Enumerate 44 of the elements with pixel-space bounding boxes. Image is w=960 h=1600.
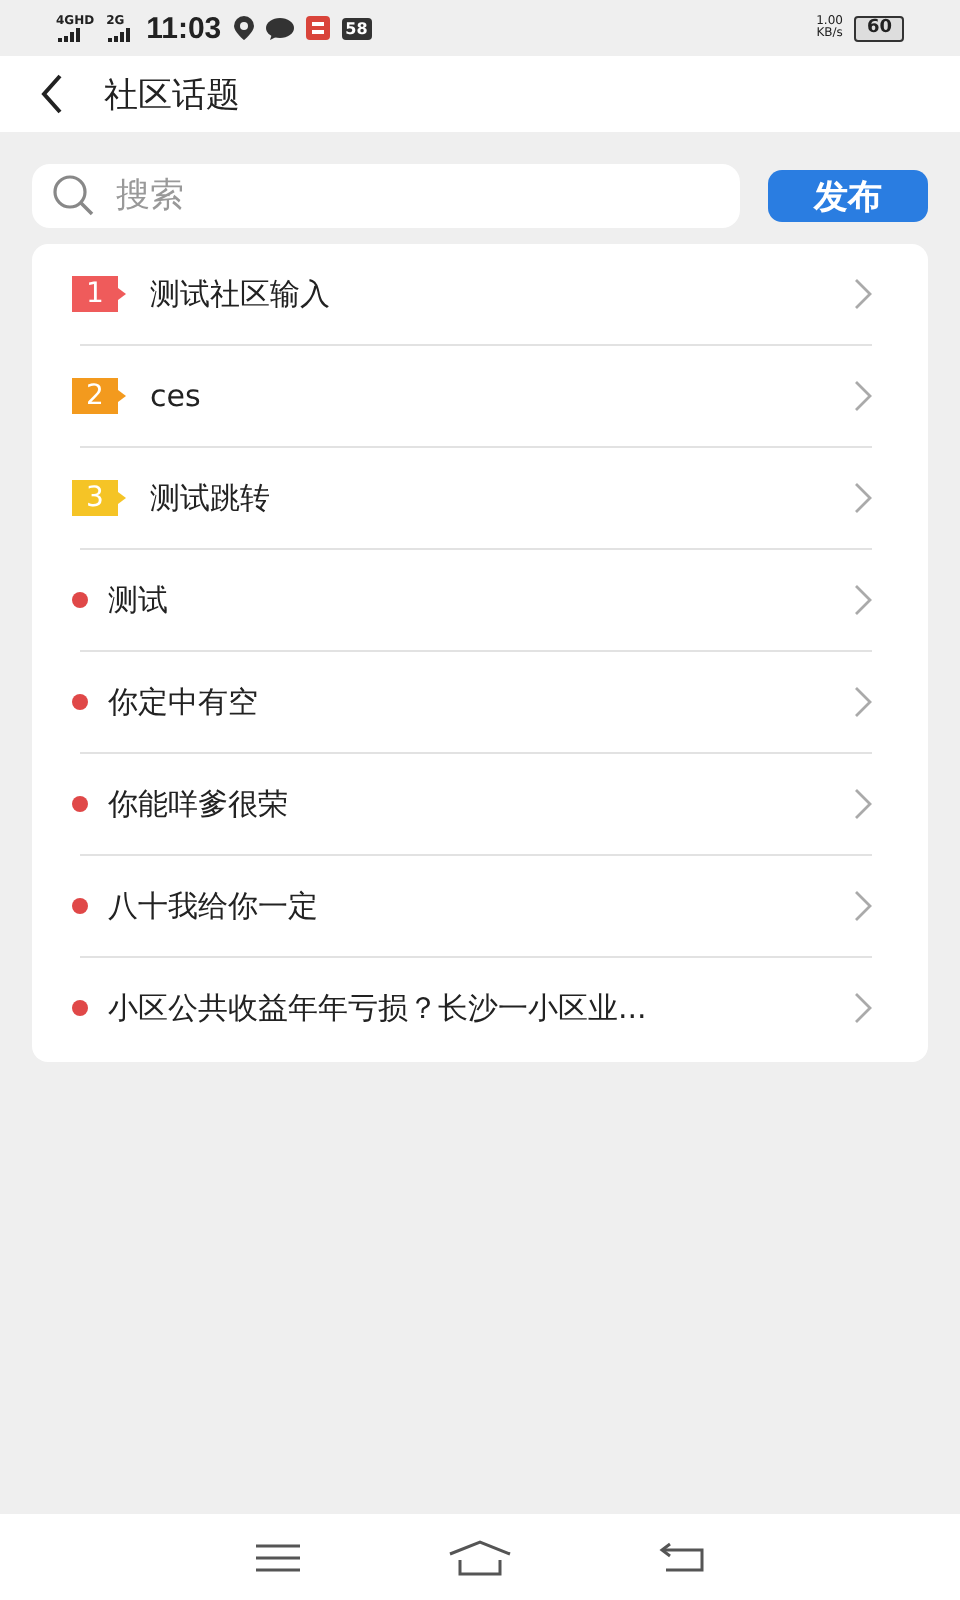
signal-icon xyxy=(56,27,84,41)
menu-icon[interactable] xyxy=(253,1541,302,1573)
topic-item[interactable]: 你能咩爹很荣 xyxy=(80,754,872,856)
chevron-right-icon xyxy=(854,686,872,718)
topic-item[interactable]: 八十我给你一定 xyxy=(80,856,872,958)
chevron-right-icon xyxy=(854,788,872,820)
bullet-dot-icon xyxy=(72,1000,88,1016)
topic-title: 八十我给你一定 xyxy=(108,887,320,925)
bullet-dot-icon xyxy=(72,898,88,914)
location-pin-icon xyxy=(233,16,254,40)
notification-badge: 58 xyxy=(341,17,372,39)
chevron-right-icon xyxy=(854,584,872,616)
topic-title: 你能咩爹很荣 xyxy=(108,785,290,823)
topic-title: 测试跳转 xyxy=(150,479,272,517)
bullet-dot-icon xyxy=(72,796,88,812)
page-title: 社区话题 xyxy=(104,73,240,117)
bullet-dot-icon xyxy=(72,694,88,710)
topic-item[interactable]: 测试 xyxy=(80,550,872,652)
chevron-right-icon xyxy=(854,380,872,412)
chevron-right-icon xyxy=(854,278,872,310)
topic-item[interactable]: 3 测试跳转 xyxy=(80,448,872,550)
topic-title: 测试社区输入 xyxy=(150,275,332,313)
chevron-right-icon xyxy=(854,992,872,1024)
search-field[interactable]: 搜索 xyxy=(32,164,740,228)
chat-bubble-icon xyxy=(265,17,294,39)
bullet-dot-icon xyxy=(72,592,88,608)
back-arrow-icon[interactable] xyxy=(658,1541,707,1573)
topic-title: 你定中有空 xyxy=(108,683,260,721)
app-icon xyxy=(305,16,330,40)
publish-button[interactable]: 发布 xyxy=(768,170,928,222)
status-time: 11:03 xyxy=(146,11,222,45)
battery-indicator: 60 xyxy=(854,15,904,41)
topic-item[interactable]: 你定中有空 xyxy=(80,652,872,754)
signal-icon xyxy=(106,27,135,41)
chevron-right-icon xyxy=(854,482,872,514)
home-icon[interactable] xyxy=(447,1539,512,1575)
topic-title: 测试 xyxy=(108,581,170,619)
topic-title: ces xyxy=(150,378,203,414)
chevron-right-icon xyxy=(854,890,872,922)
topic-item[interactable]: 2 ces xyxy=(80,346,872,448)
topic-title: 小区公共收益年年亏损？长沙一小区业... xyxy=(108,989,649,1027)
topic-item[interactable]: 1 测试社区输入 xyxy=(80,244,872,346)
topic-item[interactable]: 小区公共收益年年亏损？长沙一小区业... xyxy=(80,958,872,1058)
back-icon[interactable] xyxy=(40,74,64,114)
